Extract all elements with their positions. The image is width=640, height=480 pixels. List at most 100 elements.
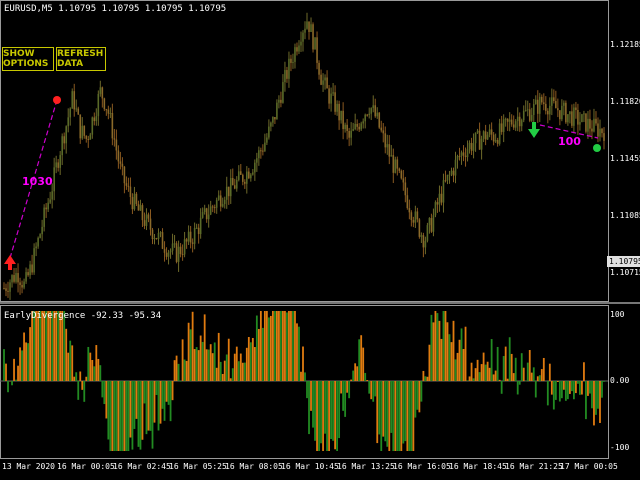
histogram-bar — [237, 361, 240, 381]
show-options-button[interactable]: SHOW OPTIONS — [2, 47, 54, 71]
candle-body — [125, 183, 128, 186]
candle-body — [512, 124, 515, 128]
candle-body — [23, 281, 25, 288]
candle-body — [484, 131, 487, 140]
candle-body — [237, 171, 240, 180]
candle-body — [450, 170, 453, 175]
candle-body — [438, 193, 441, 205]
histogram-bar — [568, 381, 571, 394]
histogram-bar — [548, 363, 551, 381]
candle-body — [115, 139, 118, 151]
histogram-bar — [33, 311, 36, 381]
histogram-bar — [420, 381, 423, 402]
candle-body — [332, 92, 334, 94]
indicator-axis-label: 0.00 — [610, 376, 630, 385]
histogram-bar — [492, 374, 495, 381]
histogram-bar — [438, 320, 441, 381]
histogram-bar — [360, 335, 363, 381]
candle-body — [388, 144, 391, 157]
histogram-bar — [37, 311, 40, 381]
histogram-bar — [522, 367, 525, 381]
histogram-bar — [173, 360, 176, 381]
candle-body — [119, 161, 122, 164]
candle-body — [111, 113, 114, 139]
histogram-bar — [235, 346, 238, 381]
histogram-bar — [579, 381, 581, 395]
histogram-bar — [428, 344, 431, 381]
time-label: 13 Mar 2020 — [2, 462, 55, 471]
candle-body — [193, 227, 196, 244]
chart-canvas[interactable] — [0, 0, 640, 480]
candle-body — [518, 116, 521, 127]
candle-body — [83, 125, 86, 136]
candle-body — [167, 252, 170, 257]
histogram-bar — [344, 381, 347, 417]
candle-body — [203, 208, 206, 213]
candle-body — [561, 105, 563, 120]
histogram-bar — [241, 362, 244, 381]
candle-body — [225, 186, 228, 200]
histogram-bar — [223, 360, 226, 381]
chart-window[interactable]: EURUSD,M5 1.10795 1.10795 1.10795 1.1079… — [0, 0, 640, 480]
candle-body — [314, 37, 316, 50]
histogram-bar — [17, 365, 19, 381]
candle-body — [189, 231, 192, 243]
histogram-bar — [404, 381, 407, 442]
candle-body — [559, 110, 561, 120]
histogram-bar — [312, 381, 314, 428]
histogram-bar — [284, 311, 286, 381]
histogram-bar — [211, 353, 214, 381]
time-label: 17 Mar 00:05 — [560, 462, 618, 471]
histogram-bar — [514, 357, 517, 381]
candle-body — [599, 128, 601, 137]
candle-body — [567, 114, 569, 123]
histogram-bar — [308, 381, 310, 435]
histogram-bar — [21, 350, 23, 381]
candle-body — [540, 96, 543, 103]
candle-body — [171, 243, 174, 251]
histogram-bar — [484, 364, 487, 381]
histogram-bar — [526, 362, 529, 381]
histogram-bar — [143, 381, 146, 404]
candle-body — [177, 246, 180, 262]
candle-body — [71, 91, 74, 109]
candle-body — [326, 77, 328, 89]
candle-body — [63, 136, 66, 144]
candle-body — [400, 170, 403, 179]
candle-body — [310, 24, 312, 32]
histogram-bar — [129, 381, 132, 438]
refresh-data-button[interactable]: REFRESH DATA — [56, 47, 106, 71]
candle-body — [410, 212, 413, 221]
candle-body — [404, 182, 407, 196]
candle-body — [91, 117, 94, 135]
candle-body — [456, 156, 459, 160]
histogram-bar — [103, 381, 106, 405]
histogram-bar — [131, 381, 134, 450]
candle-body — [374, 105, 377, 117]
histogram-bar — [127, 381, 130, 451]
histogram-bar — [408, 381, 411, 451]
histogram-bar — [595, 381, 597, 415]
candle-body — [360, 123, 362, 130]
histogram-bar — [302, 346, 304, 381]
candle-body — [29, 264, 31, 276]
candle-body — [268, 126, 270, 138]
histogram-bar — [203, 314, 206, 381]
candle-body — [278, 99, 280, 103]
histogram-bar — [418, 381, 421, 413]
candle-body — [364, 114, 367, 122]
candle-body — [386, 144, 389, 148]
candle-body — [308, 21, 310, 32]
candle-body — [215, 199, 218, 208]
candle-body — [430, 218, 433, 232]
histogram-bar — [330, 381, 332, 439]
histogram-bar — [366, 380, 369, 381]
histogram-bar — [157, 381, 160, 431]
candle-body — [31, 264, 33, 273]
histogram-bar — [432, 322, 435, 381]
histogram-bar — [326, 381, 328, 451]
candle-body — [356, 123, 358, 127]
price-label: 1.10715 — [610, 268, 640, 277]
histogram-bar — [306, 381, 308, 399]
candle-body — [280, 99, 282, 103]
